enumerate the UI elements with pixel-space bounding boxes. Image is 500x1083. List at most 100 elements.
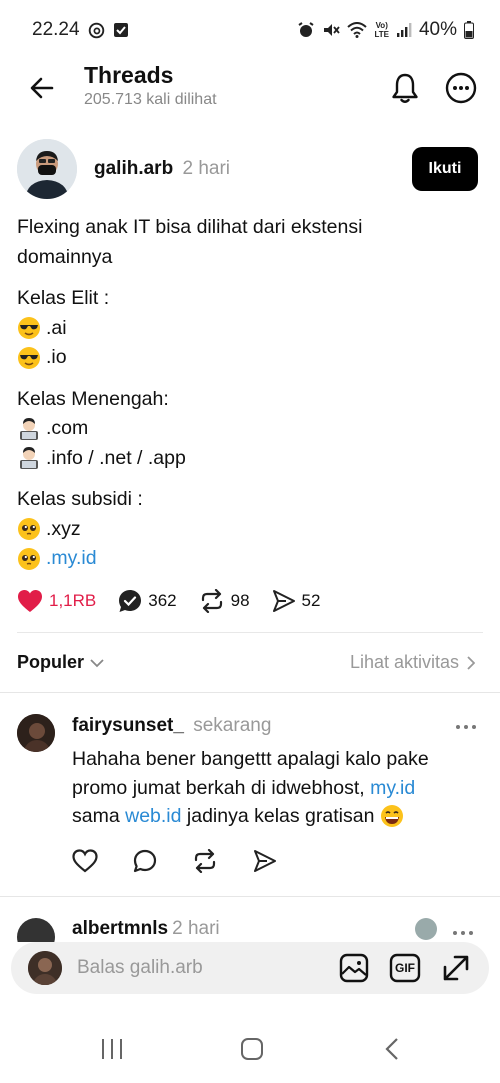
like-count: 1,1RB [49, 591, 97, 610]
reply-share-button[interactable] [252, 848, 278, 874]
post-line-emoji: .io [17, 343, 487, 373]
recent-apps-button[interactable] [87, 1032, 137, 1066]
heart-filled-icon [18, 590, 42, 612]
reply-text-part: promo jumat berkah di idwebhost, [72, 776, 371, 799]
comment-bubble-icon [119, 590, 142, 612]
post-line-emoji: .xyz [17, 515, 487, 545]
post-line-emoji: .ai [17, 314, 487, 344]
reply-count: 362 [148, 591, 177, 610]
post-body: Flexing anak IT bisa dilihat dari eksten… [17, 213, 487, 574]
back-arrow-icon [30, 77, 54, 99]
domain-ai: .ai [46, 316, 67, 339]
notification-button[interactable] [385, 68, 425, 108]
next-reply-username[interactable]: albertmnls [72, 918, 168, 939]
follow-button[interactable]: Ikuti [412, 147, 478, 191]
battery-percent: 40% [418, 19, 457, 40]
threads-notification-icon [88, 22, 105, 39]
comment-icon [133, 849, 157, 873]
alarm-icon [297, 21, 315, 39]
like-button[interactable]: 1,1RB [17, 589, 96, 613]
back-button[interactable] [24, 70, 60, 106]
mute-icon [322, 21, 341, 39]
reply-body: Hahaha bener bangettt apalagi kalo pake … [72, 745, 482, 831]
reply-composer: GIF [11, 942, 489, 994]
more-circle-icon [445, 72, 477, 104]
heart-icon [72, 849, 98, 873]
post-line: Flexing anak IT bisa dilihat dari eksten… [17, 216, 363, 238]
repost-button[interactable]: 98 [199, 589, 250, 613]
sort-dropdown[interactable]: Populer [17, 652, 104, 673]
domain-my-id-link[interactable]: .my.id [46, 544, 97, 574]
author-avatar[interactable] [17, 139, 77, 199]
pleading-face-emoji-icon [17, 517, 41, 541]
more-options-button[interactable] [441, 68, 481, 108]
my-id-link[interactable]: my.id [370, 777, 415, 799]
activity-link[interactable]: Lihat aktivitas [350, 652, 475, 673]
reply-username[interactable]: fairysunset_ [72, 715, 184, 736]
reply-text-part: jadinya kelas gratisan [181, 805, 375, 827]
repost-count: 98 [230, 591, 250, 610]
post-line: Kelas Menengah: [17, 387, 169, 410]
post-line-emoji: .com [17, 414, 487, 444]
system-nav-bar [0, 1010, 500, 1083]
author-row: galih.arb 2 hari [94, 158, 230, 180]
divider [17, 632, 483, 633]
share-button[interactable]: 52 [272, 589, 321, 613]
post-line: domainnya [17, 245, 113, 268]
repost-icon [194, 849, 216, 873]
reply-like-button[interactable] [72, 848, 98, 874]
reply-line: Hahaha bener bangettt apalagi kalo pake [72, 748, 429, 770]
next-reply-more-button[interactable] [452, 920, 474, 941]
home-icon [241, 1038, 263, 1060]
reply-more-button[interactable] [452, 717, 480, 737]
lte-label: LTE [374, 30, 389, 39]
home-button[interactable] [227, 1032, 277, 1066]
own-avatar [28, 951, 62, 985]
image-attach-button[interactable] [337, 951, 371, 985]
gif-label: GIF [395, 961, 415, 975]
reply-comment-button[interactable] [132, 848, 158, 874]
send-icon [254, 850, 276, 872]
domain-info-net-app: .info / .net / .app [46, 446, 186, 469]
status-icons: Vo) LTE 40% [297, 19, 474, 41]
status-bar: 22.24 Vo) LTE 40% [0, 0, 500, 60]
expand-composer-button[interactable] [439, 951, 473, 985]
reply-line: promo jumat berkah di idwebhost, my.id [72, 774, 482, 803]
bell-icon [392, 73, 418, 103]
post-actions: 1,1RB 362 98 52 [17, 586, 342, 616]
sort-row: Populer Lihat aktivitas [17, 652, 483, 676]
system-back-button[interactable] [367, 1032, 417, 1066]
battery-icon [464, 21, 474, 39]
next-reply-header: albertmnls 2 hari [72, 918, 220, 940]
author-username[interactable]: galih.arb [94, 158, 173, 179]
reply-avatar[interactable] [17, 714, 55, 752]
reply-count-button[interactable]: 362 [118, 589, 177, 613]
reply-header: fairysunset_ sekarang [72, 715, 271, 737]
share-count: 52 [301, 591, 321, 610]
chevron-right-icon [467, 655, 475, 670]
chevron-down-icon [90, 658, 104, 667]
technologist-emoji-icon [17, 446, 41, 470]
back-chevron-icon [385, 1038, 398, 1060]
sunglasses-emoji-icon [17, 346, 41, 370]
next-reply-peek: albertmnls 2 hari [0, 910, 500, 942]
next-reply-avatar[interactable] [17, 918, 55, 942]
reply-input[interactable] [77, 950, 317, 986]
gif-button[interactable]: GIF [388, 951, 422, 985]
post-line: Kelas subsidi : [17, 488, 143, 510]
view-count: 205.713 kali dilihat [84, 91, 217, 108]
signal-icon [396, 22, 412, 38]
reply-avatar-image [17, 714, 55, 752]
reply-repost-button[interactable] [192, 848, 218, 874]
page-title: Threads [84, 62, 174, 88]
web-id-link[interactable]: web.id [125, 802, 181, 831]
more-dots-icon [456, 725, 476, 729]
own-avatar-image [28, 951, 62, 985]
sort-label: Populer [17, 652, 85, 672]
volte-label: Vo) [375, 21, 388, 30]
repost-icon [201, 589, 222, 613]
next-reply-time: 2 hari [172, 918, 220, 939]
